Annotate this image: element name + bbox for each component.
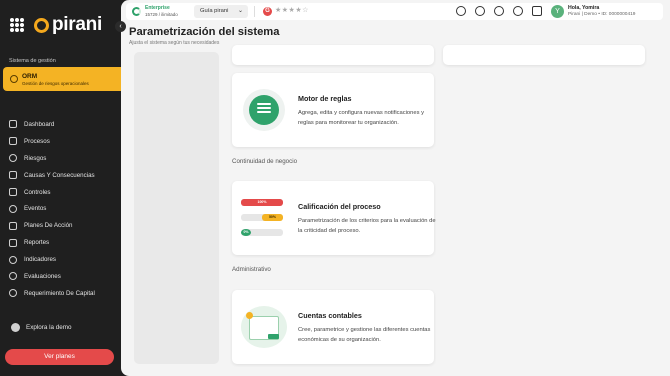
rules-illustration [243,89,285,131]
sidebar-item-label: Reportes [24,239,50,247]
section-label-continuity: Continuidad de negocio [232,158,298,165]
sidebar-item-label: Requerimiento De Capital [24,289,95,297]
topbar-icons [456,6,542,16]
bolt-icon [9,204,17,213]
chevron-down-icon: ⌄ [237,8,243,14]
card-process-rating[interactable]: 100% 50% 0% Calificación del proceso Par… [232,181,436,255]
orm-icon [10,75,18,83]
sidebar-item-label: Dashboard [24,120,55,128]
sidebar-item-label: Indicadores [24,256,56,264]
magic-icon[interactable] [532,6,542,16]
card-description: Cree, parametrice y gestione las diferen… [298,327,431,343]
logo-row: pirani [10,14,102,36]
card-rules-engine[interactable]: Motor de reglas Agrega, edita y configur… [232,73,434,147]
user-greeting[interactable]: Hola, Yomira [568,5,599,11]
explore-icon [11,323,20,332]
apps-grid-icon[interactable] [10,18,24,32]
card-partial-top-left[interactable] [232,45,434,65]
guide-dropdown[interactable]: Guía pirani ⌄ [194,5,248,18]
sidebar-item-dashboard[interactable]: Dashboard [9,116,119,133]
sidebar-item-procesos[interactable]: Procesos [9,133,119,150]
explore-label: Explora la demo [26,324,72,331]
bar-label-50: 50% [262,214,283,221]
indicator-icon [9,255,17,264]
sidebar-item-indicadores[interactable]: Indicadores [9,251,119,268]
evaluation-icon [9,272,17,281]
sidebar-item-label: Causas Y Consecuencias [24,171,95,179]
capital-icon [9,289,17,298]
sidebar-item-causas[interactable]: Causas Y Consecuencias [9,167,119,184]
help-icon[interactable] [475,6,485,16]
plan-name: Enterprise [145,5,170,11]
logo-text: pirani [52,14,102,35]
sidebar-item-label: Controles [24,188,51,196]
sidebar-item-planes[interactable]: Planes De Acción [9,217,119,234]
guide-label: Guía pirani [200,8,229,14]
avatar[interactable]: Y [551,5,564,18]
alert-icon [9,154,17,163]
sidebar-item-reportes[interactable]: Reportes [9,234,119,251]
system-section-label: Sistema de gestión [9,58,56,64]
card-title: Calificación del proceso [298,202,381,211]
sidebar-item-riesgos[interactable]: Riesgos [9,150,119,167]
module-title: ORM [22,72,38,80]
sidebar-item-label: Procesos [24,137,50,145]
left-column-panel [134,52,219,364]
collapse-sidebar-icon[interactable]: ‹ [115,21,126,32]
active-module-card[interactable]: ORM Gestión de riesgos operacionales [3,67,129,91]
card-description: Parametrización de los criterios para la… [298,218,436,234]
bell-icon[interactable] [494,6,504,16]
bar-label-0: 0% [241,229,251,236]
sidebar: pirani Sistema de gestión ORM Gestión de… [0,0,129,376]
plan-logo-icon [132,7,141,16]
sidebar-item-label: Riesgos [24,154,47,162]
sidebar-item-label: Eventos [24,205,47,213]
explore-demo-link[interactable]: Explora la demo [11,323,72,332]
page-subtitle: Ajusta el sistema según tus necesidades [129,40,220,46]
add-user-icon[interactable] [456,6,466,16]
card-description: Agrega, edita y configura nuevas notific… [298,110,424,126]
sliders-icon [9,188,17,196]
section-label-admin: Administrativo [232,266,271,273]
card-accounting-accounts[interactable]: Cuentas contables Cree, parametrice y ge… [232,290,434,364]
sidebar-nav: Dashboard Procesos Riesgos Causas Y Cons… [9,116,119,302]
bar-label-100: 100% [241,199,283,206]
list-icon [9,137,17,146]
sidebar-item-eventos[interactable]: Eventos [9,200,119,217]
module-subtitle: Gestión de riesgos operacionales [22,80,89,86]
view-plans-button[interactable]: Ver planes [5,349,114,365]
tag-icon [268,334,279,339]
sidebar-item-label: Planes De Acción [24,222,73,230]
rating-stars[interactable]: ★★★★☆ [275,6,309,14]
checklist-icon [9,221,17,230]
gear-icon[interactable] [513,6,523,16]
card-title: Cuentas contables [298,311,362,320]
sidebar-item-capital[interactable]: Requerimiento De Capital [9,285,119,302]
main-panel: Enterprise 15729 / ilimitado Guía pirani… [121,0,670,376]
plan-usage: 15729 / ilimitado [145,12,178,17]
divider [254,6,255,17]
accounts-illustration [241,306,287,348]
topbar: Enterprise 15729 / ilimitado Guía pirani… [126,3,663,20]
card-partial-top-right[interactable] [443,45,645,65]
report-icon [9,238,17,247]
sidebar-item-controles[interactable]: Controles [9,184,119,201]
coin-icon [246,312,253,319]
user-org-id: Pirani | Demo • ID: 0000000419 [568,12,636,17]
monitor-icon [9,120,17,129]
sidebar-item-evaluaciones[interactable]: Evaluaciones [9,268,119,285]
cause-icon [9,171,17,180]
sidebar-item-label: Evaluaciones [24,272,61,280]
card-title: Motor de reglas [298,94,352,103]
g2-logo-icon[interactable]: G [263,7,272,16]
pirani-logo-icon [34,17,49,33]
page-title: Parametrización del sistema [129,26,280,38]
